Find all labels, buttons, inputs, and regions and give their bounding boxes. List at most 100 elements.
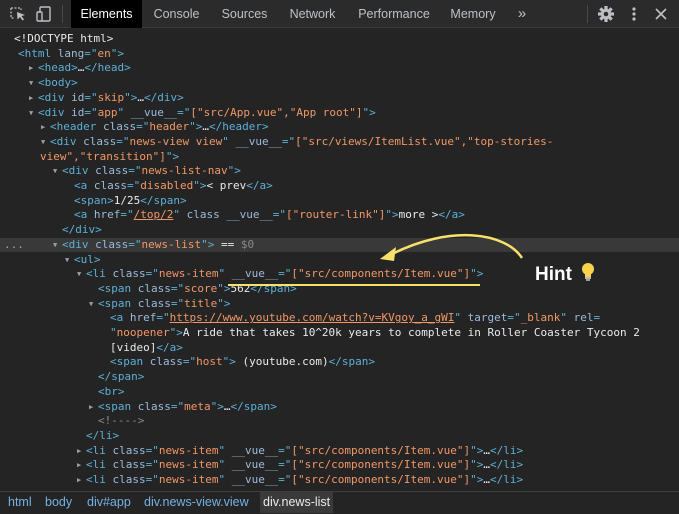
expanded-triangle-icon[interactable]: ▼ bbox=[53, 238, 57, 253]
dom-node-text: <html lang="en"> bbox=[18, 47, 124, 62]
token-tag: =" bbox=[278, 473, 292, 486]
dom-node-line[interactable]: ▶ <div id="skip">…</div> bbox=[0, 91, 679, 106]
dom-node-line[interactable]: <a href="https://www.youtube.com/watch?v… bbox=[0, 311, 679, 326]
expanded-triangle-icon[interactable]: ▼ bbox=[53, 164, 57, 179]
token-tag: =" bbox=[145, 458, 159, 472]
token-pl: … bbox=[202, 120, 209, 134]
close-icon[interactable] bbox=[651, 0, 671, 28]
dom-node-line[interactable]: "noopener">A ride that takes 10^20k year… bbox=[0, 326, 679, 341]
token-tag: <head> bbox=[38, 61, 78, 75]
collapsed-triangle-icon[interactable]: ▶ bbox=[41, 120, 45, 135]
dom-node-line[interactable]: [video]</a> bbox=[0, 341, 679, 356]
collapsed-triangle-icon[interactable]: ▶ bbox=[89, 400, 93, 415]
collapsed-triangle-icon[interactable]: ▶ bbox=[77, 458, 81, 473]
dom-node-line[interactable]: ▼ <div class="news-list-nav"> bbox=[0, 164, 679, 179]
token-av: en bbox=[97, 46, 111, 60]
token-an: __vue__ bbox=[231, 443, 279, 457]
dom-node-line[interactable]: <a href="/top/2" class __vue__="["router… bbox=[0, 208, 679, 223]
collapsed-triangle-icon[interactable]: ▶ bbox=[77, 444, 81, 459]
token-tag: =" bbox=[84, 105, 98, 119]
toolbar-divider bbox=[587, 5, 588, 23]
token-tag: "> bbox=[227, 164, 241, 178]
breadcrumb-news-view[interactable]: div.news-view.view bbox=[144, 492, 249, 513]
token-avu[interactable]: /top/2 bbox=[134, 208, 174, 221]
settings-icon[interactable] bbox=[596, 0, 616, 28]
dom-node-line[interactable]: ▼... <div class="news-list"> == $0 bbox=[0, 237, 679, 253]
token-tag: <li bbox=[86, 458, 113, 472]
collapsed-triangle-icon[interactable]: ▶ bbox=[29, 91, 33, 106]
tab-memory[interactable]: Memory bbox=[443, 0, 503, 28]
tab-sources[interactable]: Sources bbox=[212, 0, 277, 28]
dom-node-text: <a href="/top/2" class __vue__="["router… bbox=[74, 208, 465, 223]
dom-node-line[interactable]: <br> bbox=[0, 385, 679, 400]
dom-node-line[interactable]: </li> bbox=[0, 429, 679, 444]
more-tabs-button[interactable]: » bbox=[510, 0, 534, 28]
token-an: class bbox=[95, 164, 129, 178]
expanded-triangle-icon[interactable]: ▼ bbox=[77, 267, 81, 282]
expanded-triangle-icon[interactable]: ▼ bbox=[29, 76, 33, 91]
token-pl: == bbox=[214, 237, 241, 251]
token-tag: "> bbox=[124, 90, 138, 104]
dom-node-text: <div class="news-list-nav"> bbox=[62, 164, 241, 179]
expanded-triangle-icon[interactable]: ▼ bbox=[89, 297, 93, 312]
dom-node-line[interactable]: ▼ <div class="news-view view" __vue__="["… bbox=[0, 135, 679, 150]
token-av: meta bbox=[184, 399, 211, 413]
expanded-triangle-icon[interactable]: ▼ bbox=[65, 253, 69, 268]
dom-tree[interactable]: <!DOCTYPE html> <html lang="en"> ▶ <head>…<… bbox=[0, 29, 679, 491]
dom-node-line[interactable]: <html lang="en"> bbox=[0, 47, 679, 62]
collapsed-triangle-icon[interactable]: ▶ bbox=[77, 473, 81, 488]
tab-console[interactable]: Console bbox=[144, 0, 209, 28]
dom-node-line[interactable]: ▼ <body> bbox=[0, 76, 679, 91]
token-tag: =" bbox=[278, 458, 292, 472]
expanded-triangle-icon[interactable]: ▼ bbox=[29, 106, 33, 121]
token-tag: </li> bbox=[86, 428, 120, 442]
dom-node-line[interactable]: </span> bbox=[0, 370, 679, 385]
tab-network[interactable]: Network bbox=[280, 0, 345, 28]
breadcrumb-div-app[interactable]: div#app bbox=[87, 492, 131, 513]
tab-elements[interactable]: Elements bbox=[71, 0, 142, 28]
dom-node-line[interactable]: </div> bbox=[0, 223, 679, 238]
dom-node-line[interactable]: ▼ <span class="title"> bbox=[0, 297, 679, 312]
dom-node-line[interactable]: ▶ <li class="news-item" __vue__="["src/co… bbox=[0, 473, 679, 488]
dom-node-text: <body> bbox=[38, 76, 78, 91]
token-tag: "> bbox=[217, 281, 231, 295]
device-toggle-icon[interactable] bbox=[34, 0, 54, 28]
token-tag: </span> bbox=[230, 399, 277, 413]
expanded-triangle-icon[interactable]: ▼ bbox=[41, 135, 45, 150]
hint-text: Hint bbox=[535, 264, 572, 285]
token-an: class bbox=[95, 237, 129, 251]
token-avu[interactable]: https://www.youtube.com/watch?v=KVgoy_a_… bbox=[170, 311, 455, 324]
token-tag: <br> bbox=[98, 384, 125, 398]
breadcrumb-html[interactable]: html bbox=[8, 492, 32, 513]
token-tag: <ul> bbox=[74, 252, 101, 266]
token-tag: <a bbox=[74, 208, 94, 222]
more-vert-icon[interactable] bbox=[626, 0, 642, 28]
dom-node-line[interactable]: view","transition"]"> bbox=[0, 150, 679, 165]
dom-node-line[interactable]: ▶ <li class="news-item" __vue__="["src/co… bbox=[0, 444, 679, 459]
token-tag: "> bbox=[201, 237, 215, 251]
token-tag: =" bbox=[170, 281, 185, 295]
node-actions-ellipsis[interactable]: ... bbox=[4, 238, 24, 253]
token-an: class bbox=[83, 134, 117, 148]
collapsed-triangle-icon[interactable]: ▶ bbox=[29, 61, 33, 76]
tab-performance[interactable]: Performance bbox=[351, 0, 437, 28]
dom-node-line[interactable]: <a class="disabled">< prev</a> bbox=[0, 179, 679, 194]
dom-node-line[interactable]: ▶ <li class="news-item" __vue__="["src/co… bbox=[0, 458, 679, 473]
inspect-icon[interactable] bbox=[8, 0, 28, 28]
dom-node-line[interactable]: ▶ <head>…</head> bbox=[0, 61, 679, 76]
token-av: ["src/App.vue","App root"] bbox=[190, 105, 363, 119]
dom-node-line[interactable]: <!----> bbox=[0, 414, 679, 429]
dom-node-line[interactable]: ▶ <header class="header">…</header> bbox=[0, 120, 679, 135]
dom-node-line[interactable]: <span class="host"> (youtube.com)</span> bbox=[0, 355, 679, 370]
token-tag: "> bbox=[362, 105, 376, 119]
breadcrumb-news-list[interactable]: div.news-list bbox=[260, 492, 334, 513]
dom-node-line[interactable]: <span>1/25</span> bbox=[0, 194, 679, 209]
token-an: __vue__ bbox=[231, 267, 279, 281]
breadcrumb-body[interactable]: body bbox=[45, 492, 72, 513]
dom-node-line[interactable]: <!DOCTYPE html> bbox=[0, 32, 679, 47]
dom-node-line[interactable]: ▶ <span class="meta">…</span> bbox=[0, 400, 679, 415]
dom-node-line[interactable]: ▼ <div id="app" __vue__="["src/App.vue","… bbox=[0, 106, 679, 121]
token-tag: " bbox=[110, 326, 117, 339]
token-an: target bbox=[467, 311, 508, 325]
token-an: __vue__ bbox=[130, 105, 178, 119]
